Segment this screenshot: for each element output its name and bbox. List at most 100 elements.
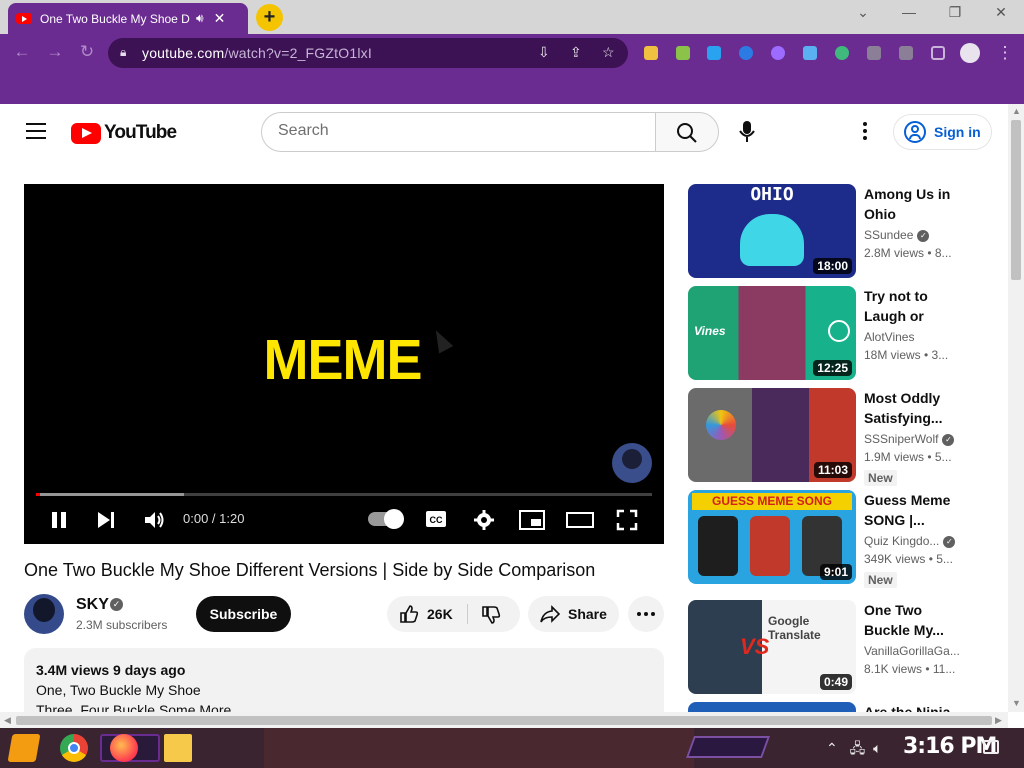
related-channel[interactable]: SSundee ✓: [864, 228, 930, 242]
related-channel[interactable]: AlotVines: [864, 330, 914, 344]
pause-icon[interactable]: [50, 510, 68, 530]
related-video-item[interactable]: Vines 12:25 Try not to Laugh or Grin... A…: [688, 286, 998, 380]
settings-gear-icon[interactable]: [473, 509, 495, 531]
progress-bar[interactable]: [36, 493, 652, 496]
install-icon[interactable]: ⇩: [538, 44, 550, 61]
channel-watermark[interactable]: [612, 443, 652, 483]
url-path: /watch?v=2_FGZtO1lxI: [224, 45, 372, 61]
time-display: 0:00 / 1:20: [183, 511, 245, 526]
related-video-item[interactable]: OHIO 18:00 Among Us in Ohio SSundee ✓ 2.8M…: [688, 184, 998, 278]
next-icon[interactable]: [96, 510, 116, 530]
settings-kebab-icon[interactable]: [858, 120, 872, 144]
channel-name[interactable]: SKY: [76, 596, 109, 614]
video-thumbnail[interactable]: 11:03: [688, 388, 856, 482]
video-thumbnail[interactable]: Vines 12:25: [688, 286, 856, 380]
like-count[interactable]: 26K: [427, 606, 453, 622]
search-input[interactable]: [278, 122, 638, 140]
vertical-scroll-thumb[interactable]: [1011, 120, 1021, 280]
firefox-taskbar-icon[interactable]: [110, 734, 138, 762]
related-video-item[interactable]: GUESS MEME SONG 9:01 Guess Meme SONG |...…: [688, 490, 998, 588]
subscribe-button[interactable]: Subscribe: [196, 596, 291, 632]
related-video-item[interactable]: Google Translate VS 0:49 One Two Buckle M…: [688, 600, 998, 694]
related-title[interactable]: Most Oddly Satisfying...: [864, 388, 964, 428]
extension-icon[interactable]: [644, 46, 658, 60]
video-thumbnail[interactable]: Google Translate VS 0:49: [688, 600, 856, 694]
chrome-taskbar-icon[interactable]: [60, 734, 88, 762]
related-channel[interactable]: SSSniperWolf ✓: [864, 432, 955, 446]
horizontal-scroll-thumb[interactable]: [16, 716, 992, 725]
puzzle-extensions-icon[interactable]: [867, 46, 881, 60]
close-window-button[interactable]: ✕: [987, 4, 1015, 21]
captions-icon[interactable]: CC: [425, 510, 447, 528]
miniplayer-icon[interactable]: [519, 510, 545, 530]
like-thumb-icon[interactable]: [399, 604, 419, 624]
share-button[interactable]: Share: [528, 596, 619, 632]
scroll-right-arrow-icon[interactable]: ▶: [995, 715, 1002, 726]
youtube-logo[interactable]: YouTube: [71, 122, 177, 144]
more-actions-button[interactable]: [628, 596, 664, 632]
related-title[interactable]: Among Us in Ohio: [864, 184, 964, 224]
related-title[interactable]: Try not to Laugh or Grin...: [864, 286, 964, 326]
extension-icon[interactable]: [707, 46, 721, 60]
volume-muted-icon[interactable]: 🔈︎: [873, 740, 881, 756]
microphone-icon[interactable]: [735, 116, 759, 146]
related-video-item[interactable]: 11:03 Most Oddly Satisfying... SSSniperWo…: [688, 388, 998, 486]
tray-chevron-up-icon[interactable]: ⌃: [826, 740, 838, 756]
tab-close-icon[interactable]: ✕: [214, 10, 226, 27]
theater-mode-icon[interactable]: [566, 512, 594, 528]
scroll-down-arrow-icon[interactable]: ▼: [1012, 698, 1021, 708]
taskbar-empty-area: [264, 728, 694, 768]
video-thumbnail[interactable]: OHIO 18:00: [688, 184, 856, 278]
media-controls-icon[interactable]: [899, 46, 913, 60]
hamburger-menu-icon[interactable]: [26, 123, 46, 139]
fullscreen-icon[interactable]: [616, 509, 638, 531]
video-thumbnail[interactable]: [688, 702, 856, 712]
volume-icon[interactable]: [143, 509, 165, 531]
forward-arrow-icon[interactable]: →: [44, 42, 66, 62]
extension-icon[interactable]: [739, 46, 753, 60]
address-bar[interactable]: 🔒︎ youtube.com/watch?v=2_FGZtO1lxI ⇩ ⇪ ☆: [108, 38, 628, 68]
new-tab-button[interactable]: +: [256, 4, 283, 31]
autoplay-toggle[interactable]: [368, 509, 404, 529]
network-icon[interactable]: 🖧︎: [850, 740, 866, 756]
search-button[interactable]: [655, 112, 719, 152]
related-views: 8.1K views • 11...: [864, 662, 956, 676]
notification-center-icon[interactable]: [983, 740, 999, 754]
extension-icon[interactable]: [835, 46, 849, 60]
video-player[interactable]: MEME 0:00 / 1:20 CC: [24, 184, 664, 544]
bookmark-star-icon[interactable]: ☆: [602, 44, 615, 61]
video-thumbnail[interactable]: GUESS MEME SONG 9:01: [688, 490, 856, 584]
scroll-left-arrow-icon[interactable]: ◀: [4, 715, 11, 726]
new-badge: New: [864, 470, 897, 486]
related-title[interactable]: Guess Meme SONG |...: [864, 490, 964, 530]
minimize-button[interactable]: —: [895, 4, 923, 20]
back-arrow-icon[interactable]: ←: [11, 42, 33, 62]
file-explorer-icon[interactable]: [164, 734, 192, 762]
reload-icon[interactable]: ↻: [76, 42, 98, 62]
sign-in-button[interactable]: Sign in: [893, 114, 992, 150]
speaker-icon[interactable]: 🔊︎: [196, 11, 204, 26]
related-channel[interactable]: Quiz Kingdo... ✓: [864, 534, 956, 548]
share-label: Share: [568, 606, 607, 622]
dislike-thumb-icon[interactable]: [481, 605, 501, 625]
description-box[interactable]: 3.4M views 9 days ago One, Two Buckle My…: [24, 648, 664, 712]
kebab-menu-icon[interactable]: ⋮: [994, 43, 1016, 63]
extension-icon[interactable]: [803, 46, 817, 60]
share-page-icon[interactable]: ⇪: [570, 44, 582, 61]
restore-button[interactable]: ❐: [941, 4, 969, 21]
title-line: Among Us in: [864, 186, 951, 202]
related-title[interactable]: Are the Ninja...: [864, 702, 974, 712]
scroll-up-arrow-icon[interactable]: ▲: [1012, 106, 1021, 116]
extension-icon[interactable]: [676, 46, 690, 60]
browser-tab-active[interactable]: One Two Buckle My Shoe D 🔊︎ ✕: [8, 3, 248, 34]
related-title[interactable]: One Two Buckle My...: [864, 600, 964, 640]
related-video-item[interactable]: Are the Ninja...: [688, 702, 998, 712]
extension-icon[interactable]: [771, 46, 785, 60]
system-tray[interactable]: ⌃ 🖧︎ 🔈︎: [826, 738, 882, 762]
profile-avatar-icon[interactable]: [960, 43, 980, 63]
channel-avatar[interactable]: [24, 594, 64, 634]
tab-search-icon[interactable]: ⌄: [849, 4, 877, 21]
side-panel-icon[interactable]: [931, 46, 945, 60]
related-channel[interactable]: VanillaGorillaGa...: [864, 644, 960, 658]
start-menu-icon[interactable]: [7, 734, 41, 762]
